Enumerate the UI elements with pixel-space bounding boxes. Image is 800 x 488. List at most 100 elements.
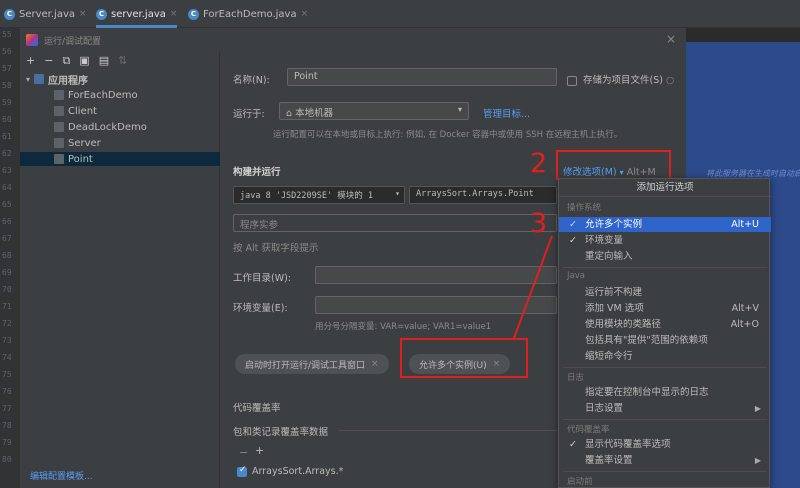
store-as-file-label: 存储为项目文件(S) — [583, 75, 663, 86]
menu-item-coverage-settings[interactable]: 覆盖率设置 ▶ — [559, 453, 771, 468]
working-dir-field[interactable] — [315, 266, 557, 284]
divider — [339, 430, 557, 431]
save-icon[interactable]: ▣ — [79, 54, 89, 68]
editor-tab-server[interactable]: C Server.java × — [4, 4, 87, 24]
tab-label: Server.java — [19, 8, 76, 20]
run-on-select[interactable]: ⌂ 本地机器 ▾ — [279, 102, 469, 120]
close-icon[interactable]: × — [666, 32, 676, 46]
edit-templates-link[interactable]: 编辑配置模板... — [30, 469, 93, 482]
run-on-label: 运行于: — [233, 109, 265, 120]
coverage-entry[interactable]: ArraysSort.Arrays.* — [237, 465, 343, 477]
search-icon[interactable]: ○ — [666, 75, 674, 86]
java-class-icon: C — [96, 8, 107, 20]
chevron-down-icon[interactable]: ▾ — [26, 75, 30, 84]
menu-item-env-vars[interactable]: ✓ 环境变量 — [559, 233, 771, 248]
manage-targets-link[interactable]: 管理目标... — [483, 106, 530, 120]
java-class-icon: C — [188, 8, 199, 20]
jdk-value: java 8 'JSD2209SE' 模块的 1 — [240, 191, 373, 201]
close-tab-icon[interactable]: × — [301, 9, 309, 19]
line-number-gutter: 55 56 57 58 59 60 61 62 63 64 65 66 67 6… — [0, 28, 20, 488]
program-args-placeholder: 程序实参 — [240, 220, 279, 231]
menu-item-redirect-input[interactable]: 重定向输入 — [559, 249, 771, 264]
menu-item-log-settings[interactable]: 日志设置 ▶ — [559, 401, 771, 416]
tree-toolbar: + − ⧉ ▣ ▤ ⇅ — [26, 54, 127, 68]
sort-icon[interactable]: ⇅ — [118, 54, 127, 68]
tree-group-application[interactable]: ▾ 应用程序 — [26, 72, 89, 87]
menu-item-allow-multiple-instances[interactable]: ✓ 允许多个实例 Alt+U — [559, 217, 771, 232]
annotation-step-2: 2 — [530, 148, 548, 179]
tree-item-client[interactable]: Client — [54, 104, 97, 118]
line-number: 65 — [2, 200, 12, 209]
coverage-remove-icon[interactable]: − — [239, 446, 248, 459]
editor-tab-server-lower[interactable]: C server.java × — [96, 4, 178, 28]
menu-item-module-classpath[interactable]: 使用模块的类路径 Alt+O — [559, 317, 771, 332]
menu-item-add-vm-options[interactable]: 添加 VM 选项 Alt+V — [559, 301, 771, 316]
tree-item-server[interactable]: Server — [54, 136, 101, 150]
menu-section-os: 操作系统 — [567, 203, 602, 213]
name-label: 名称(N): — [233, 75, 270, 86]
name-field[interactable]: Point — [287, 68, 557, 86]
copy-icon[interactable]: ⧉ — [62, 54, 70, 68]
menu-item-show-coverage-options[interactable]: ✓ 显示代码覆盖率选项 — [559, 437, 771, 452]
menu-item-shortcut: Alt+V — [731, 303, 759, 314]
menu-item-label: 显示代码覆盖率选项 — [585, 439, 671, 450]
store-as-file-option[interactable]: 存储为项目文件(S) ○ — [567, 72, 674, 86]
line-number: 72 — [2, 319, 12, 328]
jdk-select[interactable]: java 8 'JSD2209SE' 模块的 1 ▾ — [233, 186, 405, 204]
menu-section-logs: 日志 — [567, 373, 585, 383]
menu-item-shortcut: Alt+U — [731, 219, 759, 230]
env-hint: 用分号分隔变量: VAR=value; VAR1=value1 — [315, 322, 492, 332]
tree-item-label: ForEachDemo — [68, 89, 138, 101]
menu-item-no-build[interactable]: 运行前不构建 — [559, 285, 771, 300]
line-number: 56 — [2, 47, 12, 56]
line-number: 58 — [2, 81, 12, 90]
tree-item-foreachdemo[interactable]: ForEachDemo — [54, 88, 138, 102]
annotation-step-3: 3 — [530, 208, 548, 239]
menu-divider — [563, 471, 767, 472]
menu-section-before-launch: 启动前 — [567, 477, 593, 487]
add-icon[interactable]: + — [26, 54, 35, 68]
editor-tab-foreachdemo[interactable]: C ForEachDemo.java × — [188, 4, 308, 24]
folder-icon[interactable]: ▤ — [99, 54, 109, 68]
menu-item-include-provided[interactable]: 包括具有"提供"范围的依赖项 — [559, 333, 771, 348]
main-class-field[interactable]: ArraysSort.Arrays.Point — [409, 186, 557, 204]
chevron-down-icon: ▾ — [457, 105, 462, 114]
line-number: 63 — [2, 166, 12, 175]
menu-divider — [563, 367, 767, 368]
line-number: 75 — [2, 370, 12, 379]
annotation-box-modify-options — [556, 150, 671, 180]
menu-item-label: 环境变量 — [585, 235, 624, 246]
menu-item-shortcut: Alt+O — [730, 319, 759, 330]
line-number: 71 — [2, 302, 12, 311]
program-args-field[interactable]: 程序实参 — [233, 214, 557, 232]
menu-item-label: 包括具有"提供"范围的依赖项 — [585, 335, 708, 346]
chip-open-run-tool-window[interactable]: 启动时打开运行/调试工具窗口 × — [235, 354, 389, 374]
dialog-title-bar: 运行/调试配置 × — [20, 28, 686, 52]
coverage-entry-checkbox[interactable] — [237, 465, 247, 477]
chip-label: 启动时打开运行/调试工具窗口 — [245, 360, 366, 371]
line-number: 73 — [2, 336, 12, 345]
tree-item-point[interactable]: Point — [20, 152, 220, 166]
line-number: 61 — [2, 132, 12, 141]
coverage-add-icon[interactable]: + — [255, 444, 264, 457]
chevron-right-icon: ▶ — [754, 404, 761, 413]
line-number: 69 — [2, 268, 12, 277]
run-config-icon — [54, 122, 64, 132]
java-class-icon: C — [4, 8, 15, 20]
store-as-file-checkbox[interactable] — [567, 75, 577, 86]
menu-item-specify-logs[interactable]: 指定要在控制台中显示的日志 — [559, 385, 771, 400]
build-run-heading: 构建并运行 — [233, 167, 281, 178]
line-number: 68 — [2, 251, 12, 260]
close-tab-icon[interactable]: × — [170, 9, 178, 19]
close-tab-icon[interactable]: × — [79, 9, 87, 19]
add-run-options-menu: 添加运行选项 操作系统 ✓ 允许多个实例 Alt+U ✓ 环境变量 重定向输入 … — [558, 178, 771, 488]
tree-item-deadlockdemo[interactable]: DeadLockDemo — [54, 120, 147, 134]
home-icon: ⌂ — [286, 108, 293, 119]
remove-chip-icon[interactable]: × — [371, 359, 379, 369]
menu-item-shorten-cmdline[interactable]: 缩短命令行 — [559, 349, 771, 364]
env-field[interactable] — [315, 296, 557, 314]
check-icon: ✓ — [569, 219, 577, 230]
tree-item-label: Server — [68, 137, 101, 149]
remove-icon[interactable]: − — [44, 54, 53, 68]
tree-group-label: 应用程序 — [48, 75, 89, 87]
